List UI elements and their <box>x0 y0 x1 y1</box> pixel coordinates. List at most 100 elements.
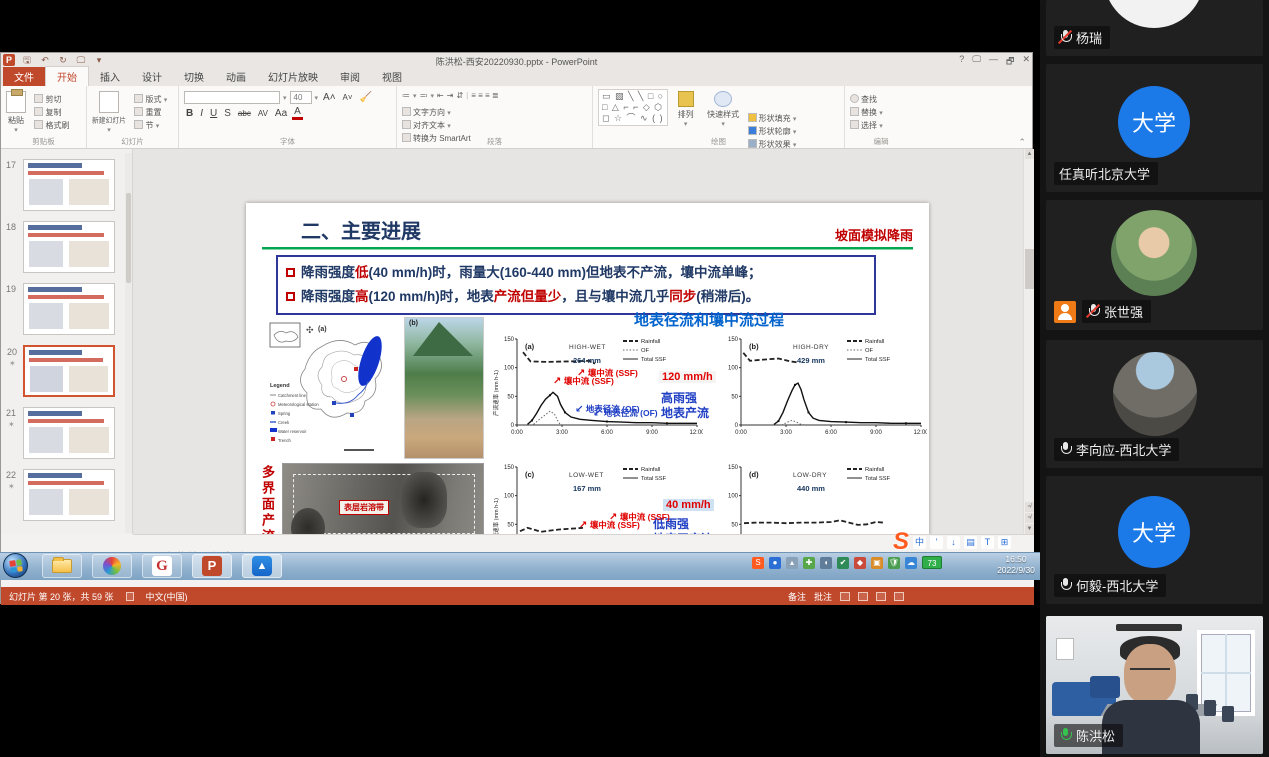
tray-orange-icon[interactable]: ▣ <box>871 557 883 569</box>
tray-blue-icon[interactable]: ● <box>769 557 781 569</box>
indent-increase-icon[interactable]: ⇥ <box>447 91 454 100</box>
tab-幻灯片放映[interactable]: 幻灯片放映 <box>257 67 329 86</box>
slide-thumbnail-17[interactable]: 17 <box>23 159 115 211</box>
font-size-combobox[interactable]: 40 <box>290 91 312 104</box>
font-name-combobox[interactable] <box>184 91 280 104</box>
strikethrough-button[interactable]: abc <box>236 109 253 118</box>
align-icons[interactable]: ≡ ≡ ≡ ≣ <box>471 91 498 100</box>
taskbar-media-button[interactable] <box>92 554 132 578</box>
slide-canvas[interactable]: 二、主要进展 坡面模拟降雨 降雨强度低(40 mm/h)时，雨量大(160-44… <box>246 203 929 583</box>
keyboard-icon[interactable]: ▤ <box>964 536 977 549</box>
participant-tile[interactable]: 大学 任真听北京大学 <box>1046 64 1263 192</box>
shape-fill-button[interactable]: 形状填充 ▾ <box>748 113 797 124</box>
slide-thumbnail-22[interactable]: 22✶ <box>23 469 115 521</box>
start-button[interactable] <box>3 553 28 578</box>
tab-审阅[interactable]: 审阅 <box>329 67 371 86</box>
underline-button[interactable]: U <box>208 108 219 119</box>
layout-button[interactable]: 版式 ▾ <box>134 94 167 105</box>
tray-safety-icon[interactable]: ✔ <box>837 557 849 569</box>
new-slide-button[interactable]: 新建幻灯片▾ <box>92 89 126 134</box>
taskbar-meeting-button[interactable]: ▲ <box>242 554 282 578</box>
tray-show-hidden-icon[interactable]: ▴ <box>786 557 798 569</box>
shape-gallery[interactable]: ▭ ▧ ╲ ╲ □ ○□ △ ⌐ ⌐ ◇ ⬡◻ ☆ ⌒ ∿ ( ) <box>598 89 668 126</box>
taskbar-clock[interactable]: 16:502022/9/30 <box>994 554 1038 576</box>
battery-indicator[interactable]: 73 <box>922 556 942 569</box>
shadow-button[interactable]: S <box>222 108 233 119</box>
cut-button[interactable]: 剪切 <box>34 94 69 105</box>
sogou-logo-icon[interactable]: S <box>893 528 909 556</box>
tab-切换[interactable]: 切换 <box>173 67 215 86</box>
minimize-icon[interactable]: — <box>989 54 998 70</box>
next-slide-icon[interactable]: ≉ <box>1025 513 1034 523</box>
display-settings-icon[interactable]: 🖵 <box>972 54 981 70</box>
taskbar-powerpoint-button[interactable]: P <box>192 554 232 578</box>
arrange-button[interactable]: 排列▾ <box>673 89 699 128</box>
decrease-font-icon[interactable]: A˅ <box>341 93 355 102</box>
tab-插入[interactable]: 插入 <box>89 67 131 86</box>
scroll-down-icon[interactable]: ▼ <box>1025 524 1034 534</box>
participant-tile-speaking[interactable]: 陈洪松 <box>1046 616 1263 754</box>
format-painter-button[interactable]: 格式刷 <box>34 120 69 131</box>
find-button[interactable]: 查找 <box>850 94 883 105</box>
tab-文件[interactable]: 文件 <box>3 67 45 86</box>
slideshow-view-icon[interactable] <box>894 592 904 601</box>
vertical-scrollbar[interactable]: ▲ ≉ ≉ ▼ <box>1023 149 1034 534</box>
scroll-up-icon[interactable]: ▲ <box>1025 149 1034 159</box>
previous-slide-icon[interactable]: ≉ <box>1025 502 1034 512</box>
change-case-button[interactable]: Aa <box>273 108 289 119</box>
reading-view-icon[interactable] <box>876 592 886 601</box>
tray-volume-icon[interactable]: ◖ <box>820 557 832 569</box>
quick-styles-button[interactable]: 快速样式▾ <box>707 89 739 128</box>
section-button[interactable]: 节 ▾ <box>134 120 167 131</box>
indent-decrease-icon[interactable]: ⇤ <box>437 91 444 100</box>
collapse-ribbon-icon[interactable]: ⌃ <box>1018 137 1026 148</box>
punctuation-icon[interactable]: ’ <box>930 536 943 549</box>
scrollbar-thumb[interactable] <box>1025 249 1034 289</box>
font-color-button[interactable]: A <box>292 106 303 120</box>
slide-thumbnail-21[interactable]: 21✶ <box>23 407 115 459</box>
participant-tile[interactable]: 大学 何毅-西北大学 <box>1046 476 1263 604</box>
clear-format-icon[interactable]: 🧹 <box>358 92 374 103</box>
tab-视图[interactable]: 视图 <box>371 67 413 86</box>
bold-button[interactable]: B <box>184 108 195 119</box>
numbering-icon[interactable]: ≕ <box>420 91 428 100</box>
slide-thumbnail-19[interactable]: 19 <box>23 283 115 335</box>
skin-icon[interactable]: T <box>981 536 994 549</box>
line-spacing-icon[interactable]: ⇵ <box>456 91 463 100</box>
participant-tile[interactable]: 杨瑞 <box>1046 0 1263 56</box>
participant-tile[interactable]: 李向应-西北大学 <box>1046 340 1263 468</box>
toolbox-icon[interactable]: ⊞ <box>998 536 1011 549</box>
select-button[interactable]: 选择 ▾ <box>850 120 883 131</box>
taskbar-explorer-button[interactable] <box>42 554 82 578</box>
tab-动画[interactable]: 动画 <box>215 67 257 86</box>
spellcheck-icon[interactable] <box>126 592 134 601</box>
restore-icon[interactable]: 🗗 <box>1006 54 1014 70</box>
bullets-icon[interactable]: ≔ <box>402 91 410 100</box>
char-spacing-button[interactable]: AV <box>256 109 270 118</box>
align-text-button[interactable]: 对齐文本 ▾ <box>402 120 471 131</box>
language-indicator[interactable]: 中文(中国) <box>146 590 188 603</box>
tab-开始[interactable]: 开始 <box>45 66 89 86</box>
help-icon[interactable]: ? <box>959 54 964 70</box>
participant-tile[interactable]: 张世强 <box>1046 200 1263 330</box>
voice-input-icon[interactable]: ↓ <box>947 536 960 549</box>
slide-thumbnail-20[interactable]: 20✶ <box>23 345 115 397</box>
notes-toggle[interactable]: 备注 <box>788 590 806 603</box>
close-icon[interactable]: ✕ <box>1022 54 1030 70</box>
thumbnail-scrollbar[interactable] <box>125 153 132 533</box>
slide-sorter-icon[interactable] <box>858 592 868 601</box>
tray-sogou-icon[interactable]: S <box>752 557 764 569</box>
tray-shield-icon[interactable]: 🛡 <box>888 557 900 569</box>
tab-设计[interactable]: 设计 <box>131 67 173 86</box>
italic-button[interactable]: I <box>198 108 205 119</box>
replace-button[interactable]: 替换 ▾ <box>850 107 883 118</box>
reset-button[interactable]: 重置 <box>134 107 167 118</box>
taskbar-browser-button[interactable]: G <box>142 554 182 578</box>
slide-thumbnail-18[interactable]: 18 <box>23 221 115 273</box>
normal-view-icon[interactable] <box>840 592 850 601</box>
copy-button[interactable]: 复制 <box>34 107 69 118</box>
tray-cloud-icon[interactable]: ☁ <box>905 557 917 569</box>
paste-button[interactable]: 粘贴▾ <box>6 89 26 134</box>
comments-toggle[interactable]: 批注 <box>814 590 832 603</box>
chinese-mode-icon[interactable]: 中 <box>913 536 926 549</box>
